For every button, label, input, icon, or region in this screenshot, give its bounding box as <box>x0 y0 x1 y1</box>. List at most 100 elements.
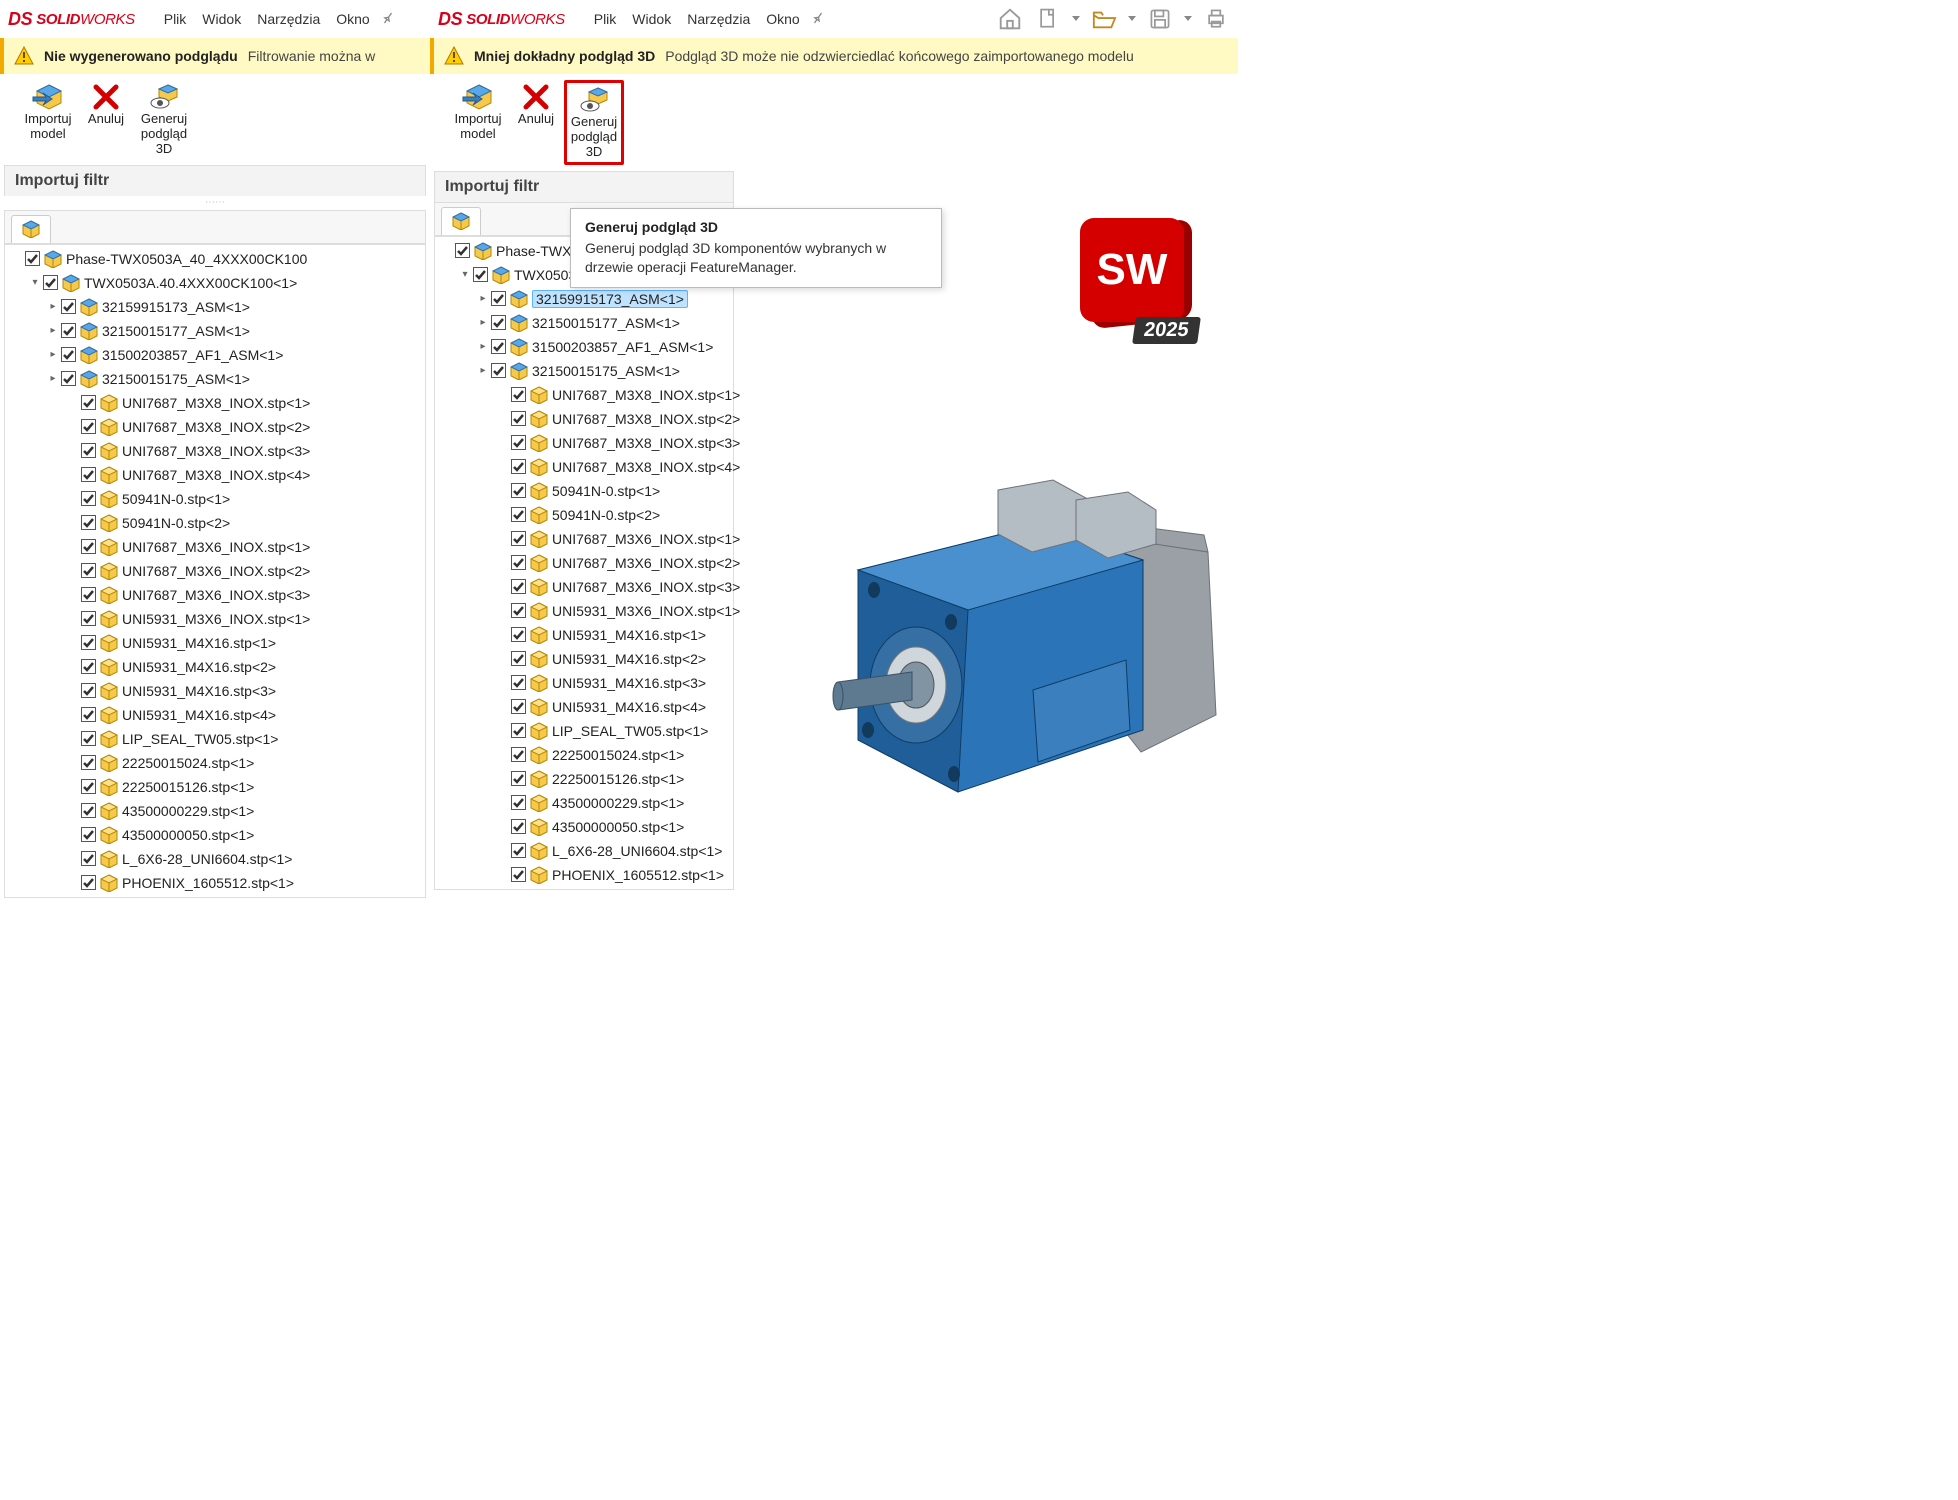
tree-row[interactable]: UNI7687_M3X6_INOX.stp<2> <box>441 551 733 575</box>
tree-checkbox[interactable] <box>81 563 96 578</box>
tree-row[interactable]: UNI7687_M3X8_INOX.stp<3> <box>441 431 733 455</box>
tree-checkbox[interactable] <box>81 779 96 794</box>
save-button[interactable] <box>1146 7 1174 31</box>
tree-checkbox[interactable] <box>81 827 96 842</box>
tree-row[interactable]: LIP_SEAL_TW05.stp<1> <box>11 727 425 751</box>
tree-row[interactable]: UNI5931_M4X16.stp<4> <box>11 703 425 727</box>
tree-row[interactable]: 43500000050.stp<1> <box>441 815 733 839</box>
tree-checkbox[interactable] <box>511 867 526 882</box>
cancel-button[interactable]: Anuluj <box>82 80 130 129</box>
tree-row[interactable]: UNI7687_M3X6_INOX.stp<1> <box>441 527 733 551</box>
tree-checkbox[interactable] <box>473 267 488 282</box>
expand-icon[interactable]: ▸ <box>47 349 59 361</box>
tree-row[interactable]: 50941N-0.stp<2> <box>11 511 425 535</box>
tree-row[interactable]: UNI7687_M3X8_INOX.stp<4> <box>11 463 425 487</box>
tree-row[interactable]: UNI5931_M4X16.stp<1> <box>11 631 425 655</box>
tree-checkbox[interactable] <box>81 731 96 746</box>
feature-tree-tab[interactable] <box>441 207 481 235</box>
open-button[interactable] <box>1090 7 1118 31</box>
tree-row[interactable]: 22250015024.stp<1> <box>11 751 425 775</box>
tree-checkbox[interactable] <box>511 387 526 402</box>
generate-3d-preview-button[interactable]: Generuj podgląd 3D <box>134 80 194 159</box>
expand-icon[interactable]: ▸ <box>47 301 59 313</box>
tree-row[interactable]: UNI7687_M3X6_INOX.stp<3> <box>11 583 425 607</box>
tree-row[interactable]: UNI5931_M4X16.stp<3> <box>11 679 425 703</box>
tree-row[interactable]: UNI7687_M3X8_INOX.stp<3> <box>11 439 425 463</box>
open-dropdown[interactable] <box>1128 7 1136 31</box>
tree-row[interactable]: 50941N-0.stp<1> <box>11 487 425 511</box>
tree-row[interactable]: 22250015126.stp<1> <box>441 767 733 791</box>
tree-checkbox[interactable] <box>81 491 96 506</box>
generate-3d-preview-button[interactable]: Generuj podgląd 3D <box>564 80 624 165</box>
tree-checkbox[interactable] <box>81 443 96 458</box>
tree-checkbox[interactable] <box>511 603 526 618</box>
tree-checkbox[interactable] <box>511 771 526 786</box>
tree-row[interactable]: 43500000229.stp<1> <box>441 791 733 815</box>
tree-row[interactable]: UNI5931_M3X6_INOX.stp<1> <box>441 599 733 623</box>
tree-checkbox[interactable] <box>61 323 76 338</box>
menu-widok[interactable]: Widok <box>627 9 676 29</box>
tree-row[interactable]: LIP_SEAL_TW05.stp<1> <box>441 719 733 743</box>
3d-preview-viewport[interactable] <box>808 430 1228 810</box>
tree-row[interactable]: PHOENIX_1605512.stp<1> <box>441 863 733 887</box>
tree-row[interactable]: ▾TWX0503A.40.4XXX00CK100<1> <box>11 271 425 295</box>
cancel-button[interactable]: Anuluj <box>512 80 560 129</box>
tree-row[interactable]: 22250015024.stp<1> <box>441 743 733 767</box>
save-dropdown[interactable] <box>1184 7 1192 31</box>
print-button[interactable] <box>1202 7 1230 31</box>
tree-checkbox[interactable] <box>511 555 526 570</box>
tree-row[interactable]: UNI5931_M4X16.stp<2> <box>11 655 425 679</box>
tree-checkbox[interactable] <box>491 339 506 354</box>
feature-tree-right[interactable]: Phase-TWX0503A_40_4XXX00CK100▾TWX0503A.4… <box>434 236 734 890</box>
tree-checkbox[interactable] <box>491 315 506 330</box>
tree-row[interactable]: UNI7687_M3X8_INOX.stp<2> <box>11 415 425 439</box>
tree-row[interactable]: UNI7687_M3X6_INOX.stp<3> <box>441 575 733 599</box>
tree-row[interactable]: UNI5931_M4X16.stp<4> <box>441 695 733 719</box>
tree-row[interactable]: ▸31500203857_AF1_ASM<1> <box>441 335 733 359</box>
tree-checkbox[interactable] <box>81 635 96 650</box>
tree-checkbox[interactable] <box>511 507 526 522</box>
expand-icon[interactable]: ▸ <box>47 325 59 337</box>
tree-checkbox[interactable] <box>81 587 96 602</box>
tree-checkbox[interactable] <box>455 243 470 258</box>
tree-row[interactable]: UNI5931_M4X16.stp<2> <box>441 647 733 671</box>
tree-checkbox[interactable] <box>43 275 58 290</box>
tree-checkbox[interactable] <box>511 627 526 642</box>
tree-checkbox[interactable] <box>81 875 96 890</box>
tree-checkbox[interactable] <box>81 803 96 818</box>
tree-checkbox[interactable] <box>511 747 526 762</box>
tree-checkbox[interactable] <box>61 371 76 386</box>
tree-checkbox[interactable] <box>511 795 526 810</box>
tree-row[interactable]: UNI7687_M3X8_INOX.stp<2> <box>441 407 733 431</box>
tree-checkbox[interactable] <box>81 611 96 626</box>
new-document-button[interactable] <box>1034 7 1062 31</box>
menu-narzedzia[interactable]: Narzędzia <box>682 9 755 29</box>
tree-row[interactable]: PHOENIX_1605512.stp<1> <box>11 871 425 895</box>
expand-icon[interactable]: ▸ <box>477 293 489 305</box>
tree-row[interactable]: ▸32150015177_ASM<1> <box>11 319 425 343</box>
tree-checkbox[interactable] <box>81 467 96 482</box>
tree-checkbox[interactable] <box>511 675 526 690</box>
feature-tree-left[interactable]: Phase-TWX0503A_40_4XXX00CK100▾TWX0503A.4… <box>4 244 426 898</box>
tree-checkbox[interactable] <box>511 723 526 738</box>
tree-checkbox[interactable] <box>81 419 96 434</box>
tree-row[interactable]: UNI5931_M4X16.stp<1> <box>441 623 733 647</box>
tree-row[interactable]: ▸32150015177_ASM<1> <box>441 311 733 335</box>
tree-checkbox[interactable] <box>511 411 526 426</box>
import-model-button[interactable]: Importuj model <box>18 80 78 144</box>
tree-row[interactable]: UNI5931_M4X16.stp<3> <box>441 671 733 695</box>
tree-checkbox[interactable] <box>511 483 526 498</box>
tree-row[interactable]: Phase-TWX0503A_40_4XXX00CK100 <box>11 247 425 271</box>
panel-drag-handle[interactable]: ⋯⋯ <box>0 196 430 210</box>
collapse-icon[interactable]: ▾ <box>459 269 471 281</box>
tree-checkbox[interactable] <box>81 851 96 866</box>
tree-checkbox[interactable] <box>61 347 76 362</box>
menu-plik[interactable]: Plik <box>589 9 622 29</box>
tree-checkbox[interactable] <box>81 515 96 530</box>
tree-row[interactable]: ▸32150015175_ASM<1> <box>441 359 733 383</box>
tree-checkbox[interactable] <box>61 299 76 314</box>
tree-row[interactable]: UNI7687_M3X6_INOX.stp<1> <box>11 535 425 559</box>
tree-row[interactable]: L_6X6-28_UNI6604.stp<1> <box>11 847 425 871</box>
tree-checkbox[interactable] <box>511 435 526 450</box>
tree-row[interactable]: UNI7687_M3X8_INOX.stp<4> <box>441 455 733 479</box>
